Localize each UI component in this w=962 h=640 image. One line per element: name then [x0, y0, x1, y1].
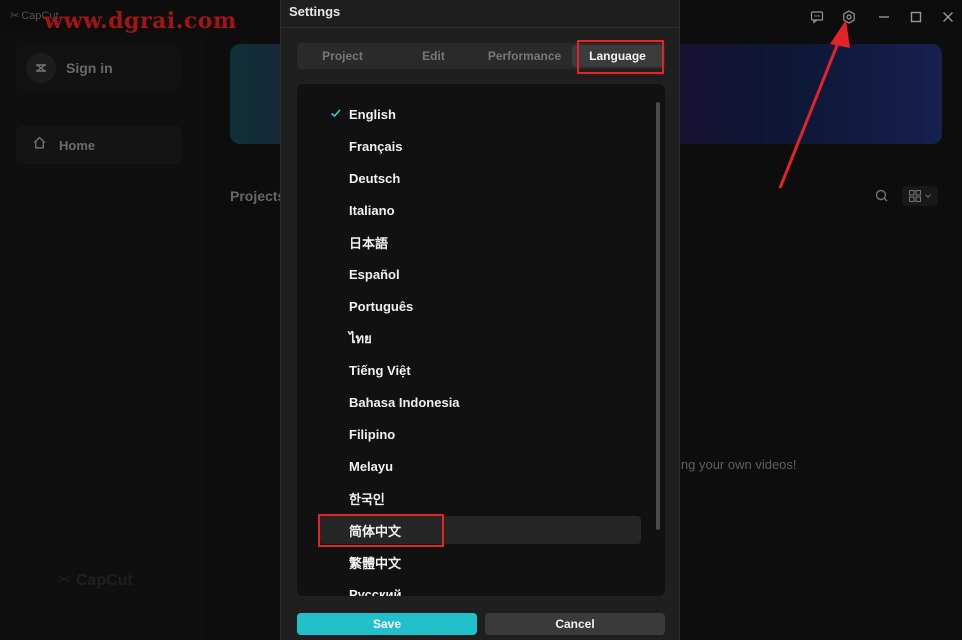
language-option-thai[interactable]: ไทย: [319, 324, 641, 352]
language-option-russian[interactable]: Русский: [319, 580, 641, 597]
tab-edit[interactable]: Edit: [388, 43, 479, 69]
language-option-korean[interactable]: 한국인: [319, 484, 641, 512]
annotation-chinese-option-highlight: [318, 514, 444, 547]
annotation-language-tab-highlight: [577, 40, 664, 74]
language-option-traditional-chinese[interactable]: 繁體中文: [319, 548, 641, 576]
language-option-german[interactable]: Deutsch: [319, 164, 641, 192]
language-option-portuguese[interactable]: Português: [319, 292, 641, 320]
save-button[interactable]: Save: [297, 613, 477, 635]
settings-title: Settings: [289, 4, 341, 19]
language-option-japanese[interactable]: 日本語: [319, 228, 641, 256]
language-option-english[interactable]: English: [319, 100, 641, 128]
cancel-button[interactable]: Cancel: [485, 613, 665, 635]
language-option-indonesian[interactable]: Bahasa Indonesia: [319, 388, 641, 416]
language-list-scrollbar[interactable]: [656, 102, 660, 530]
language-option-malay[interactable]: Melayu: [319, 452, 641, 480]
language-option-french[interactable]: Français: [319, 132, 641, 160]
language-option-vietnamese[interactable]: Tiếng Việt: [319, 356, 641, 384]
language-option-filipino[interactable]: Filipino: [319, 420, 641, 448]
language-option-spanish[interactable]: Español: [319, 260, 641, 288]
check-icon: [330, 109, 341, 118]
language-option-italian[interactable]: Italiano: [319, 196, 641, 224]
tab-performance[interactable]: Performance: [479, 43, 570, 69]
tab-project[interactable]: Project: [297, 43, 388, 69]
settings-header: Settings: [281, 0, 679, 28]
